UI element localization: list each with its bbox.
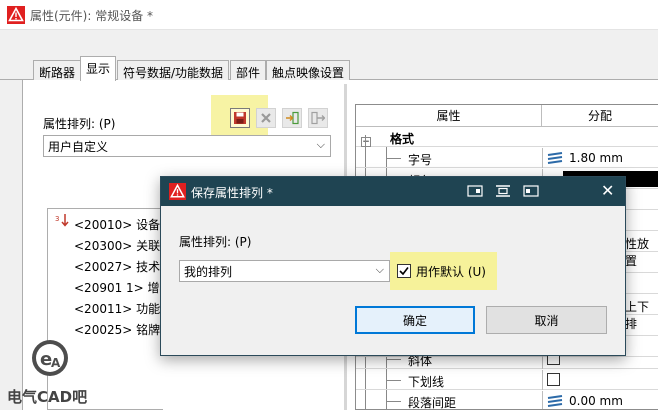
save-sort-dialog: 保存属性排列 * ✕ 属性排列: (P) 我的排列 ⌵ 用作默认 (U) 确定 … (160, 176, 626, 356)
import-button[interactable] (282, 108, 302, 128)
tab-display[interactable]: 显示 (80, 56, 117, 81)
tab-breaker[interactable]: 断路器 (33, 60, 82, 80)
dialog-sort-label: 属性排列: (P) (179, 235, 252, 249)
cancel-button[interactable]: 取消 (486, 306, 607, 334)
grid-row-name: 段落间距 (408, 396, 457, 410)
use-as-default-checkbox[interactable] (397, 264, 411, 278)
list-item[interactable]: <20901 1> 增补 (74, 279, 172, 296)
layout-window-icon[interactable] (495, 184, 511, 198)
import-icon (286, 111, 299, 125)
save-button[interactable] (230, 108, 250, 128)
tree-line (387, 158, 401, 159)
tree-line (387, 359, 401, 360)
list-item[interactable]: <20300> 关联参 (74, 237, 172, 254)
delete-button[interactable] (256, 108, 276, 128)
delete-x-icon (261, 113, 271, 123)
window-title: 属性(元件): 常规设备 * (30, 9, 154, 23)
paragraph-spacing-icon (547, 395, 563, 407)
tab-contact-image[interactable]: 触点映像设置 (266, 60, 351, 80)
grid-header-property[interactable]: 属性 (356, 105, 542, 127)
grid-row-name: 字号 (408, 153, 433, 167)
text-size-icon (547, 152, 563, 164)
list-item[interactable]: <20027> 技术参 (74, 258, 172, 275)
grid-row-value-cell[interactable]: 1.80 mm (542, 148, 658, 168)
chevron-down-icon: ⌵ (316, 138, 325, 151)
close-icon[interactable]: ✕ (601, 181, 614, 200)
grid-row-value-cell[interactable] (542, 370, 658, 390)
tab-symbol-function-data[interactable]: 符号数据/功能数据 (117, 60, 230, 80)
watermark-text: 电气CAD吧 (7, 388, 88, 406)
grid-row-value: 0.00 mm (569, 394, 623, 408)
grid-row-value-cell[interactable]: 0.00 mm (542, 391, 658, 409)
use-as-default-label[interactable]: 用作默认 (U) (416, 263, 486, 280)
export-button[interactable] (308, 108, 328, 128)
sort-combobox[interactable]: 用户自定义 ⌵ (43, 135, 331, 157)
grid-row[interactable]: 段落间距 0.00 mm (356, 391, 658, 410)
dialog-sort-combobox[interactable]: 我的排列 ⌵ (179, 260, 390, 282)
grid-row[interactable]: 字号 1.80 mm (356, 148, 658, 168)
grid-row-value: 1.80 mm (569, 151, 623, 165)
grid-section-row[interactable]: 格式 (356, 127, 658, 147)
underline-checkbox[interactable] (547, 373, 560, 386)
svg-text:A: A (51, 356, 61, 370)
chevron-down-icon: ⌵ (375, 263, 384, 276)
dock-window-icon[interactable] (523, 184, 539, 198)
list-item[interactable]: <20011> 功能文 (74, 300, 172, 317)
dialog-combobox-value: 我的排列 (184, 264, 233, 279)
tab-parts[interactable]: 部件 (230, 60, 267, 80)
checkmark-icon (399, 267, 409, 276)
collapse-icon[interactable]: − (361, 137, 371, 147)
ok-button[interactable]: 确定 (355, 306, 475, 334)
svg-text:3: 3 (55, 215, 59, 223)
restore-window-icon[interactable] (467, 184, 483, 198)
section-format-label: 格式 (390, 132, 415, 146)
list-item[interactable]: <20010> 设备标 (74, 216, 172, 233)
sort-combobox-value: 用户自定义 (48, 139, 109, 154)
grid-row[interactable]: 下划线 (356, 370, 658, 390)
sort-order-icon: 3 (55, 214, 69, 227)
app-logo-icon (169, 183, 186, 200)
export-icon (311, 111, 325, 125)
app-logo-icon (7, 6, 25, 24)
grid-header-assign[interactable]: 分配 (542, 105, 658, 127)
save-icon (234, 112, 246, 124)
grid-row-name: 下划线 (408, 375, 445, 389)
sort-label: 属性排列: (P) (43, 117, 116, 131)
list-item[interactable]: <20025> 铭牌文 (74, 321, 172, 338)
tree-line (387, 380, 401, 381)
tree-line (387, 401, 401, 402)
dialog-title: 保存属性排列 * (191, 186, 273, 200)
